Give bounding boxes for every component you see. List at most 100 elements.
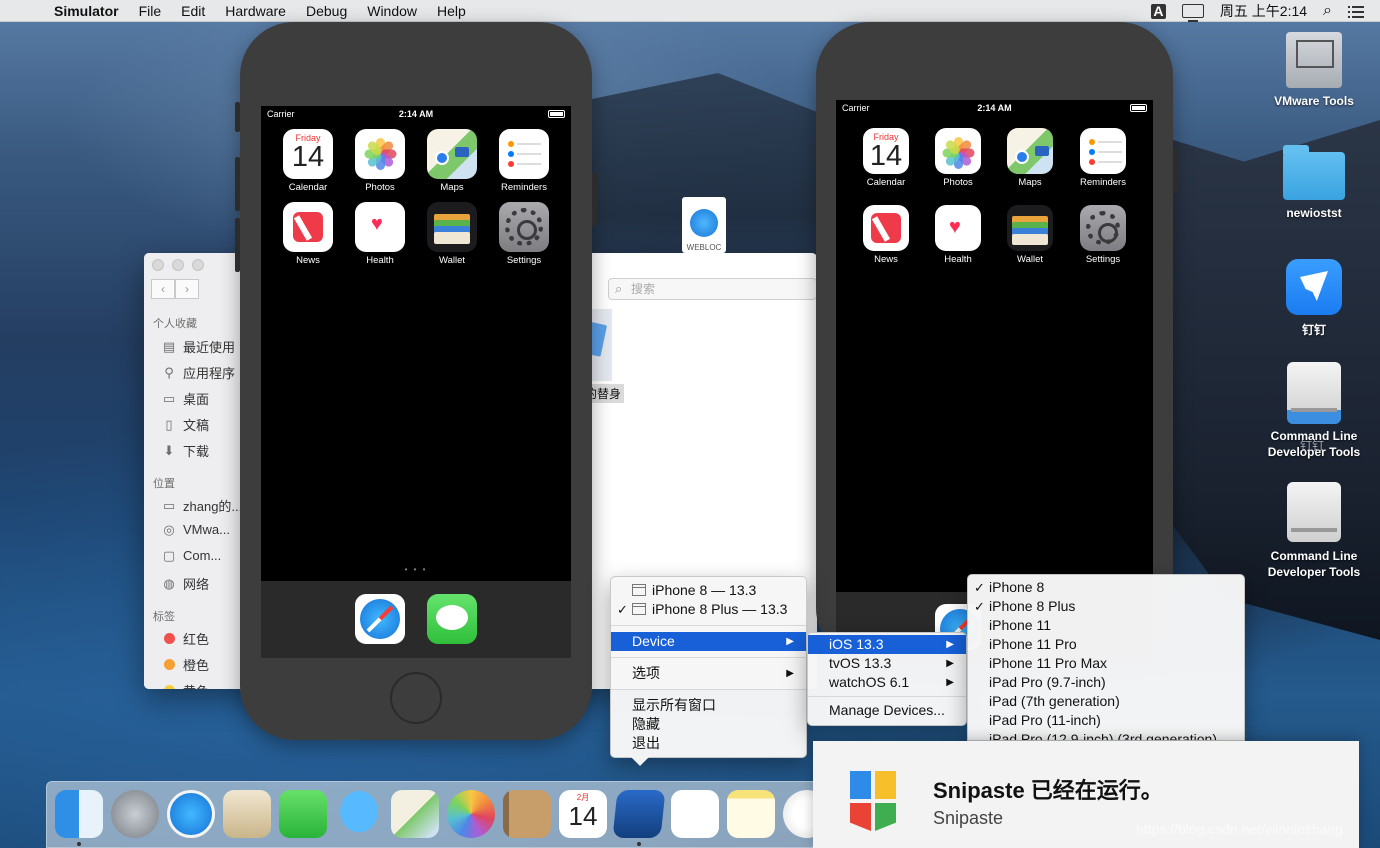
app-calendar[interactable]: Friday 14 Calendar	[856, 128, 916, 188]
menu-debug[interactable]: Debug	[306, 0, 347, 22]
finder-icon[interactable]	[55, 790, 103, 838]
dock-app-messages[interactable]	[422, 594, 482, 644]
menu-item-iphone-11-pro[interactable]: iPhone 11 Pro	[968, 635, 1244, 654]
app-wallet[interactable]: Wallet	[1000, 205, 1060, 265]
power-button[interactable]	[592, 172, 597, 226]
sidebar-item-command-line[interactable]: ▢ Com...	[161, 548, 221, 563]
menu-file[interactable]: File	[139, 0, 162, 22]
back-button[interactable]: ‹	[151, 279, 175, 299]
menu-window[interactable]: Window	[367, 0, 417, 22]
app-calendar[interactable]: Friday 14 Calendar	[278, 129, 338, 193]
watermark-text: https://blog.csdn.net/winniezhang	[1136, 821, 1344, 837]
messages-icon[interactable]	[335, 790, 383, 838]
app-photos[interactable]: Photos	[928, 128, 988, 188]
app-maps[interactable]: Maps	[1000, 128, 1060, 188]
volume-down-button[interactable]	[235, 218, 240, 272]
app-news[interactable]: News	[278, 202, 338, 266]
menu-item-ipad-pro-9-7[interactable]: iPad Pro (9.7-inch)	[968, 673, 1244, 692]
mail-icon[interactable]	[223, 790, 271, 838]
sidebar-tag-yellow[interactable]: 黄色	[161, 681, 209, 689]
webloc-file-icon[interactable]: WEBLOC	[682, 197, 726, 253]
menu-item-window-iphone-8[interactable]: iPhone 8 — 13.3	[611, 581, 806, 600]
menu-item-iphone-11[interactable]: iPhone 11	[968, 616, 1244, 635]
battery-icon	[1130, 104, 1147, 112]
photos-icon[interactable]	[447, 790, 495, 838]
menu-item-watchos-6-1[interactable]: watchOS 6.1 ▶	[808, 673, 966, 692]
contacts-icon[interactable]	[503, 790, 551, 838]
app-settings[interactable]: Settings	[1073, 205, 1133, 265]
app-health[interactable]: ♥ Health	[350, 202, 410, 266]
app-maps[interactable]: Maps	[422, 129, 482, 193]
search-input[interactable]: 搜索	[608, 278, 817, 300]
menu-clock[interactable]: 周五 上午2:14	[1220, 1, 1307, 21]
app-photos[interactable]: Photos	[350, 129, 410, 193]
desktop-icon-dingtalk[interactable]: 钉钉	[1259, 259, 1369, 338]
menu-hardware[interactable]: Hardware	[225, 0, 286, 22]
launchpad-icon[interactable]	[111, 790, 159, 838]
menu-item-iphone-8[interactable]: ✓ iPhone 8	[968, 578, 1244, 597]
facetime-icon[interactable]	[279, 790, 327, 838]
menu-item-show-all-windows[interactable]: 显示所有窗口	[611, 696, 806, 715]
desktop-icon-newiostst[interactable]: newiostst	[1259, 145, 1369, 220]
menu-item-tvos-13-3[interactable]: tvOS 13.3 ▶	[808, 654, 966, 673]
notification-center-icon[interactable]	[1348, 5, 1364, 18]
sidebar-item-vmware[interactable]: ◎ VMwa...	[161, 522, 230, 537]
menu-item-label: iPhone 8 Plus — 13.3	[652, 601, 788, 617]
menu-item-window-iphone-8-plus[interactable]: ✓ iPhone 8 Plus — 13.3	[611, 600, 806, 619]
sidebar-item-downloads[interactable]: ⬇ 下载	[161, 441, 209, 460]
page-indicator[interactable]: • • •	[261, 565, 571, 574]
desktop-icon-command-line-tools-2[interactable]: Command Line Developer Tools	[1259, 482, 1369, 580]
app-health[interactable]: ♥ Health	[928, 205, 988, 265]
menu-item-manage-devices[interactable]: Manage Devices...	[808, 701, 966, 720]
menu-help[interactable]: Help	[437, 0, 466, 22]
locations-header: 位置	[153, 478, 175, 490]
menu-item-ipad-7th-gen[interactable]: iPad (7th generation)	[968, 692, 1244, 711]
input-source-icon[interactable]: A	[1150, 3, 1166, 19]
minimize-button[interactable]	[172, 259, 184, 271]
notes-icon[interactable]	[727, 790, 775, 838]
home-button[interactable]	[390, 672, 442, 724]
device-screen[interactable]: Carrier 2:14 AM Friday 14 Calendar Photos	[261, 106, 571, 658]
spotlight-search-icon[interactable]: ⌕	[1323, 2, 1332, 20]
sidebar-item-network[interactable]: ◍ 网络	[161, 574, 209, 593]
volume-up-button[interactable]	[235, 157, 240, 211]
calendar-icon[interactable]: 2月 14	[559, 790, 607, 838]
menu-item-hide[interactable]: 隐藏	[611, 715, 806, 734]
app-news[interactable]: News	[856, 205, 916, 265]
menu-item-quit[interactable]: 退出	[611, 734, 806, 753]
safari-icon[interactable]	[167, 790, 215, 838]
menu-item-options[interactable]: 选项 ▶	[611, 664, 806, 683]
forward-button[interactable]: ›	[175, 279, 199, 299]
menu-item-ipad-pro-12-9-3rd-gen[interactable]: iPad Pro (12.9-inch) (3rd generation)	[968, 730, 1244, 740]
app-settings[interactable]: Settings	[494, 202, 554, 266]
menu-item-iphone-8-plus[interactable]: ✓ iPhone 8 Plus	[968, 597, 1244, 616]
app-reminders[interactable]: Reminders	[494, 129, 554, 193]
mute-switch[interactable]	[235, 102, 240, 132]
simulator-icon[interactable]	[612, 790, 666, 838]
sidebar-tag-red[interactable]: 红色	[161, 629, 209, 648]
display-mirroring-icon[interactable]	[1181, 4, 1204, 22]
zoom-button[interactable]	[192, 259, 204, 271]
dock-app-safari[interactable]	[350, 594, 410, 644]
desktop-icon-vmware-tools[interactable]: VMware Tools	[1259, 32, 1369, 108]
menu-item-ios-13-3[interactable]: iOS 13.3 ▶	[808, 635, 966, 654]
reminders-icon[interactable]	[671, 790, 719, 838]
app-wallet[interactable]: Wallet	[422, 202, 482, 266]
sidebar-item-recents[interactable]: ▤ 最近使用	[161, 337, 235, 356]
device-submenu: ✓ iPhone 8 ✓ iPhone 8 Plus iPhone 11 iPhon…	[967, 574, 1245, 741]
menu-item-device[interactable]: Device ▶	[611, 632, 806, 651]
sidebar-item-documents[interactable]: ▯ 文稿	[161, 415, 209, 434]
maps-icon[interactable]	[391, 790, 439, 838]
menu-edit[interactable]: Edit	[181, 0, 205, 22]
sidebar-tag-orange[interactable]: 橙色	[161, 655, 209, 674]
sidebar-item-applications[interactable]: ⚲ 应用程序	[161, 363, 235, 382]
app-reminders[interactable]: Reminders	[1073, 128, 1133, 188]
menu-item-ipad-pro-11[interactable]: iPad Pro (11-inch)	[968, 711, 1244, 730]
power-button[interactable]	[1173, 147, 1178, 193]
close-button[interactable]	[152, 259, 164, 271]
menu-item-iphone-11-pro-max[interactable]: iPhone 11 Pro Max	[968, 654, 1244, 673]
sidebar-item-desktop[interactable]: ▭ 桌面	[161, 389, 209, 408]
sidebar-item-computer[interactable]: ▭ zhang的...	[161, 496, 242, 515]
menu-app-name[interactable]: Simulator	[54, 0, 119, 22]
network-icon: ◍	[163, 575, 175, 591]
